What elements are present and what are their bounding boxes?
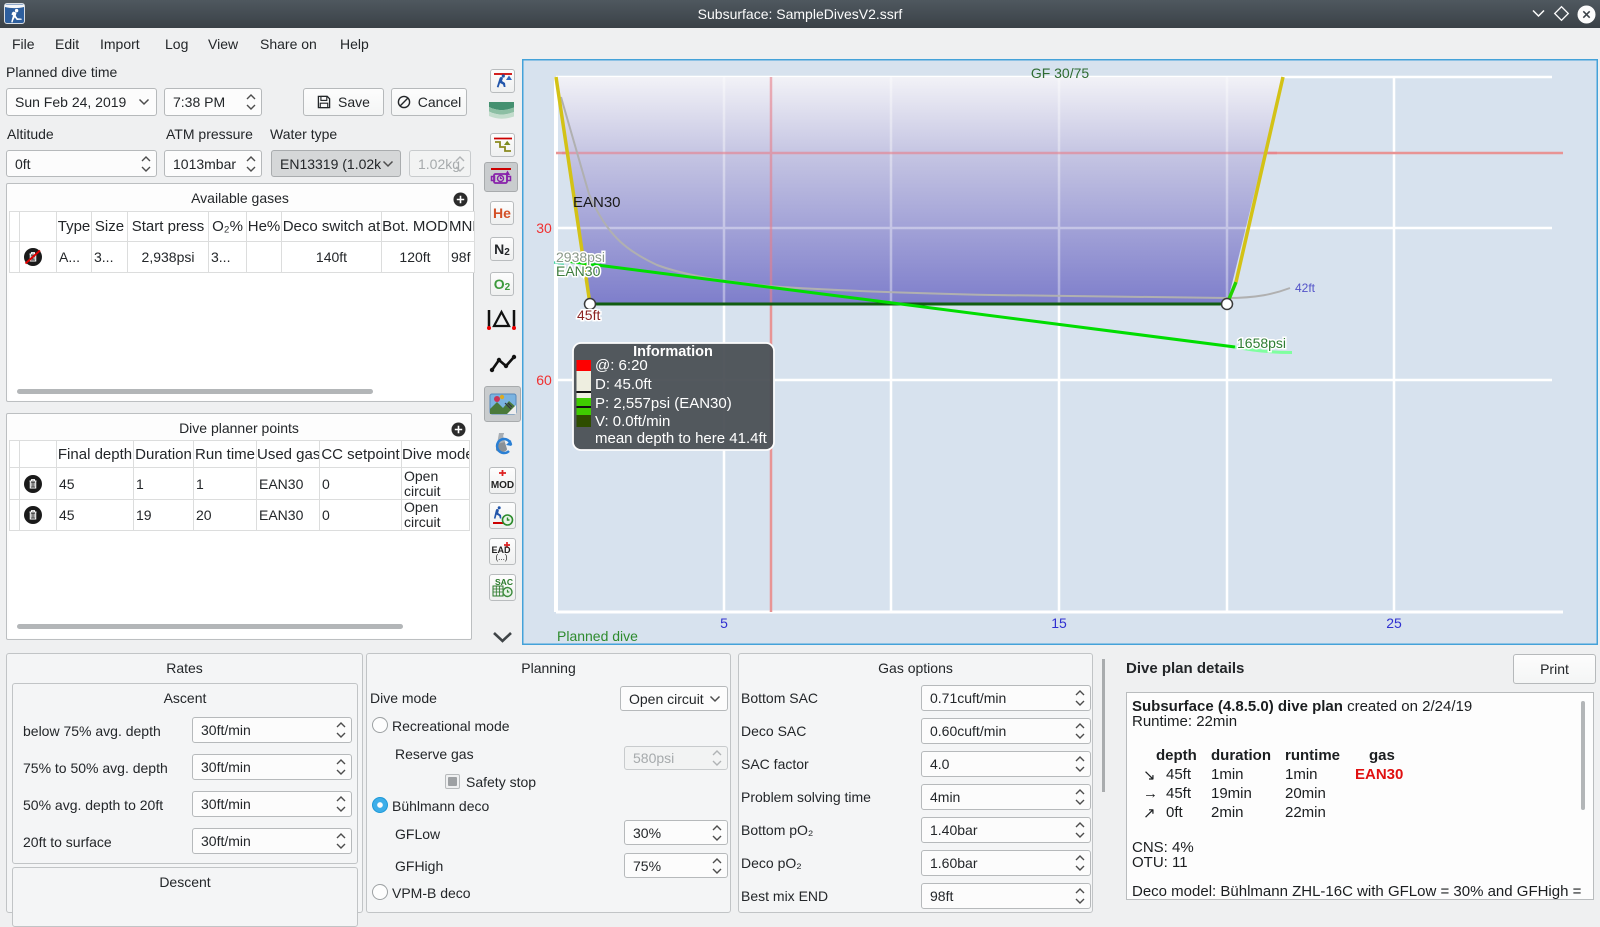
svg-text:60: 60 [536, 372, 552, 388]
svg-text:(...): (...) [496, 553, 508, 562]
svg-text:Planned dive: Planned dive [557, 628, 638, 644]
svg-text:D: 45.0ft: D: 45.0ft [595, 376, 653, 393]
svg-text:45ft: 45ft [577, 307, 600, 323]
svg-text:EAN30: EAN30 [556, 263, 601, 279]
svg-text:15: 15 [1051, 615, 1067, 631]
svg-text:mean depth to here 41.4ft: mean depth to here 41.4ft [595, 430, 768, 447]
svg-text:MOD: MOD [491, 480, 514, 491]
svg-text:@: 6:20: @: 6:20 [595, 357, 648, 374]
svg-text:P: 2,557psi (EAN30): P: 2,557psi (EAN30) [595, 395, 732, 412]
svg-text:1658psi: 1658psi [1237, 335, 1286, 351]
svg-text:30: 30 [536, 220, 552, 236]
svg-text:25: 25 [1386, 615, 1402, 631]
svg-text:5: 5 [720, 615, 728, 631]
svg-text:42ft: 42ft [1295, 281, 1316, 295]
svg-text:V: 0.0ft/min: V: 0.0ft/min [595, 413, 670, 430]
svg-text:GF 30/75: GF 30/75 [1031, 65, 1090, 81]
svg-text:EAN30: EAN30 [573, 194, 621, 211]
